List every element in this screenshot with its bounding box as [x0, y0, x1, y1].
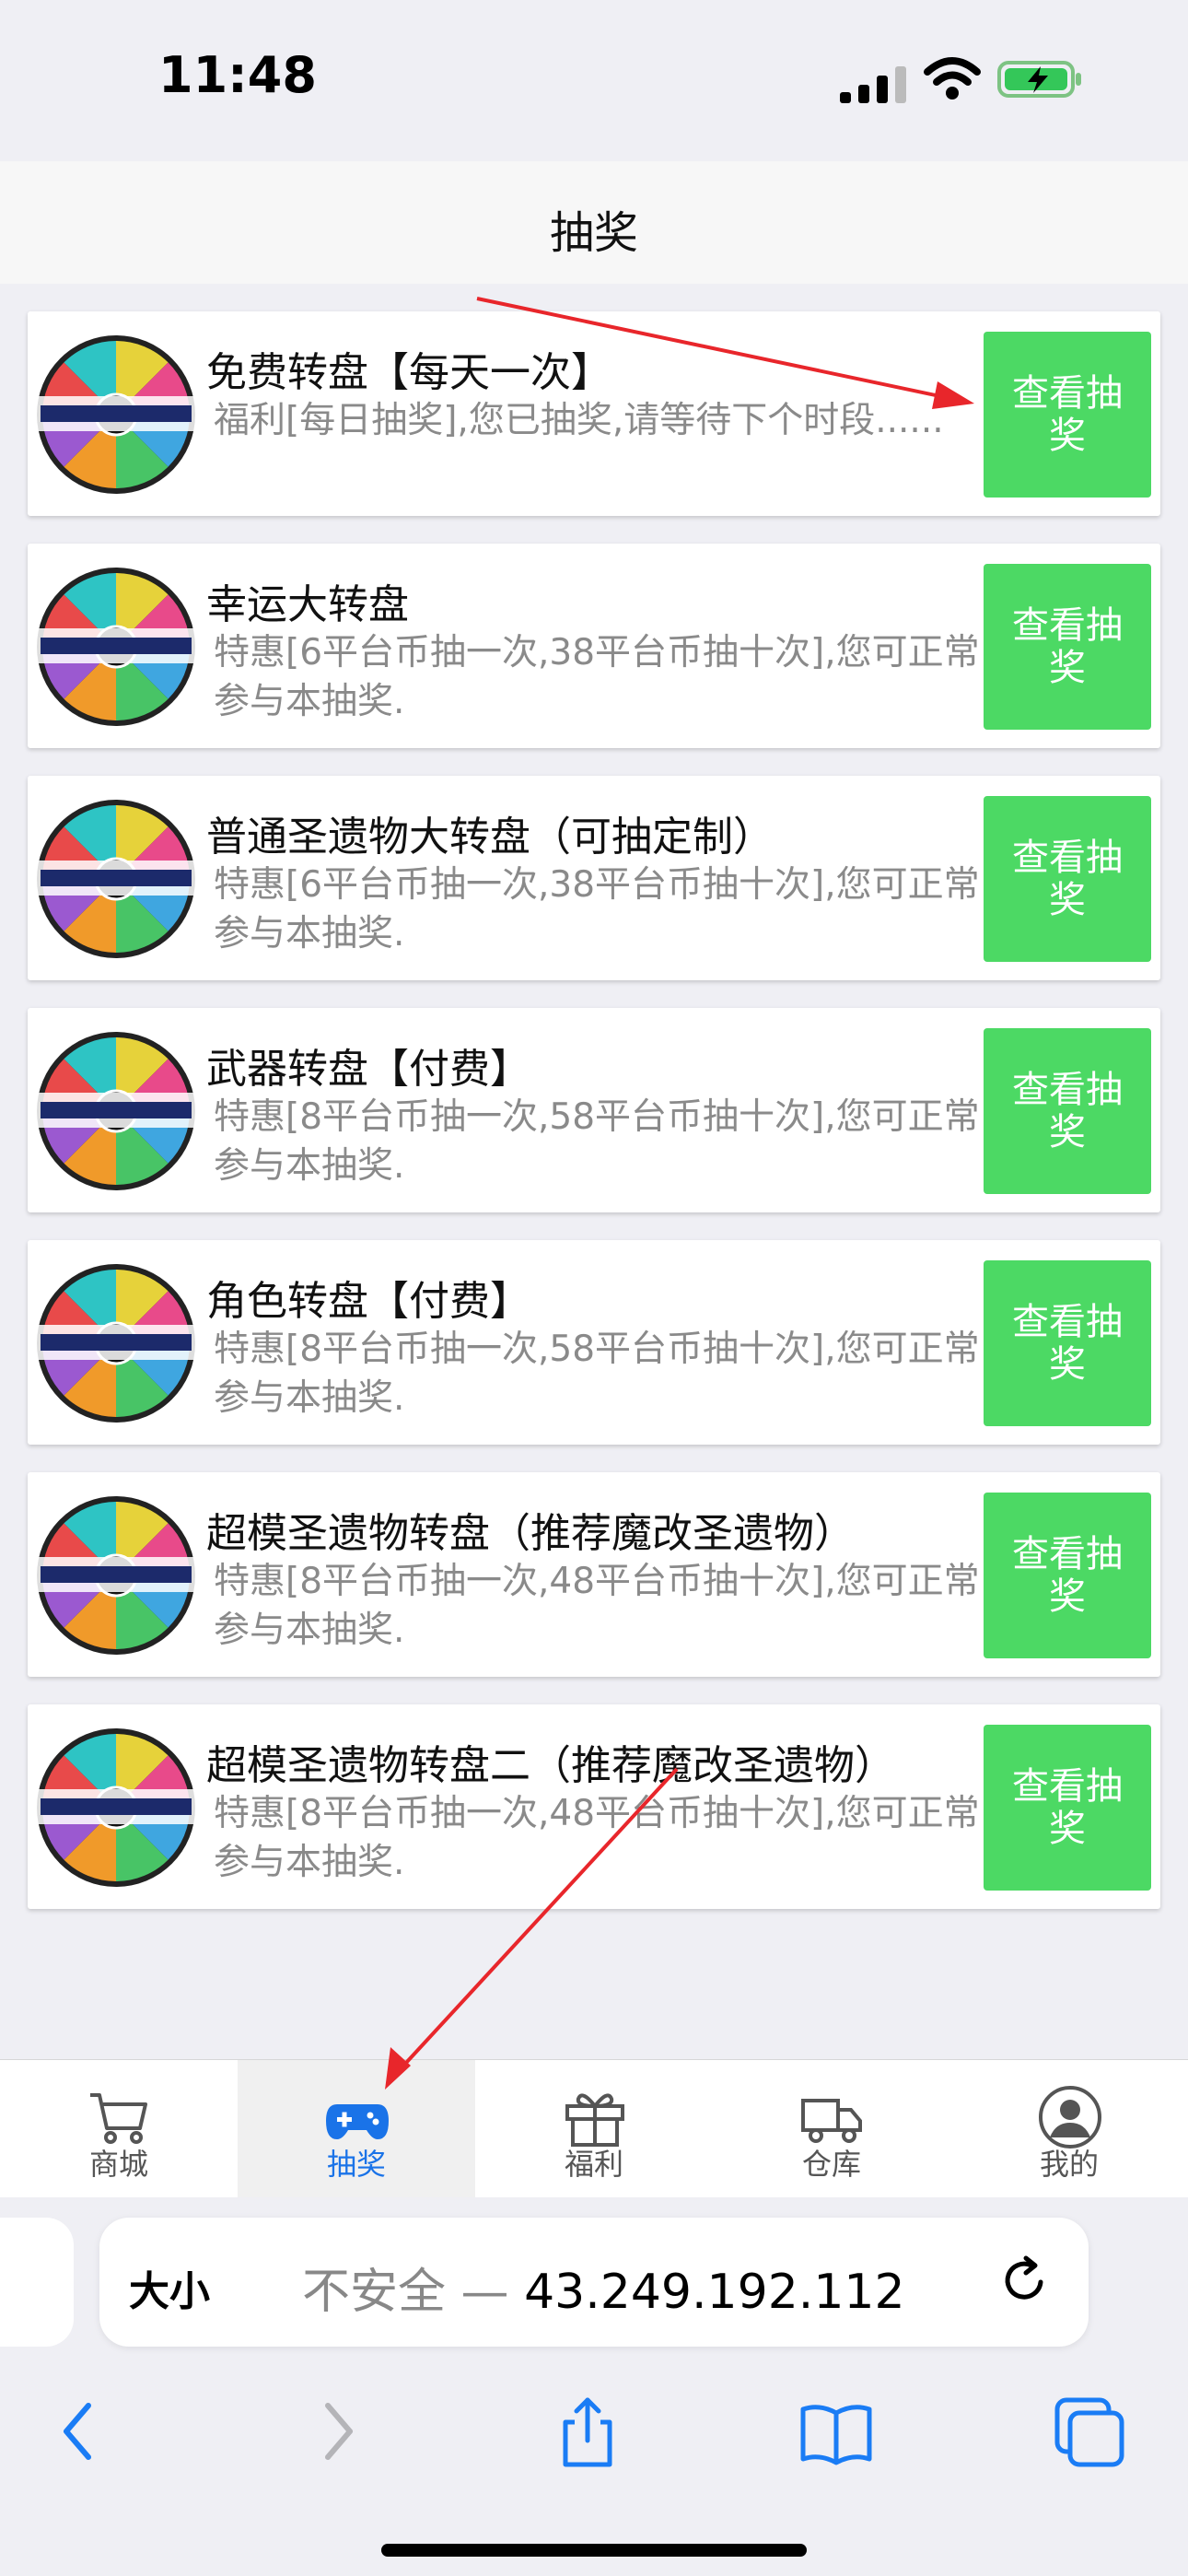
lucky-wheel-thumbnail	[33, 1496, 199, 1655]
lottery-item-desc: 特惠[8平台币抽一次,48平台币抽十次],您可正常参与本抽奖.	[214, 1793, 980, 1883]
lucky-wheel-thumbnail	[33, 1728, 199, 1887]
view-lottery-button[interactable]: 查看抽奖	[984, 1028, 1151, 1194]
lottery-item-title: 超模圣遗物转盘（推荐魔改圣遗物）	[206, 1510, 855, 1557]
wheel-logo-stripe	[41, 1102, 192, 1118]
lottery-item[interactable]: 幸运大转盘 特惠[6平台币抽一次,38平台币抽十次],您可正常参与本抽奖. 查看…	[28, 544, 1160, 748]
lottery-item-title: 普通圣遗物大转盘（可抽定制）	[206, 814, 774, 861]
page-title: 抽奖	[549, 207, 638, 259]
tab-shop[interactable]: 商城	[0, 2060, 238, 2198]
view-lottery-button[interactable]: 查看抽奖	[984, 332, 1151, 498]
wheel-logo-stripe	[41, 405, 192, 422]
url-address: 43.249.192.112	[524, 2265, 905, 2320]
lottery-item-desc: 特惠[6平台币抽一次,38平台币抽十次],您可正常参与本抽奖.	[214, 864, 980, 954]
view-lottery-button[interactable]: 查看抽奖	[984, 1725, 1151, 1891]
view-lottery-button[interactable]: 查看抽奖	[984, 564, 1151, 730]
wheel-logo-stripe	[41, 1566, 192, 1583]
lottery-item-title: 角色转盘【付费】	[206, 1278, 530, 1325]
lottery-item[interactable]: 武器转盘【付费】 特惠[8平台币抽一次,58平台币抽十次],您可正常参与本抽奖.…	[28, 1008, 1160, 1212]
lottery-item-desc: 特惠[8平台币抽一次,58平台币抽十次],您可正常参与本抽奖.	[214, 1096, 980, 1187]
battery-charging-icon	[997, 61, 1081, 98]
lottery-item[interactable]: 免费转盘【每天一次】 福利[每日抽奖],您已抽奖,请等待下个时段...... 查…	[28, 311, 1160, 516]
tab-lottery[interactable]: 抽奖	[238, 2060, 475, 2198]
wheel-logo-stripe	[41, 1798, 192, 1815]
lucky-wheel-thumbnail	[33, 1264, 199, 1423]
lottery-item-title: 幸运大转盘	[206, 581, 409, 628]
tab-me[interactable]: 我的	[950, 2060, 1188, 2198]
lottery-item[interactable]: 超模圣遗物转盘二（推荐魔改圣遗物） 特惠[8平台币抽一次,48平台币抽十次],您…	[28, 1704, 1160, 1909]
wheel-logo-stripe	[41, 1334, 192, 1351]
lottery-item[interactable]: 角色转盘【付费】 特惠[8平台币抽一次,58平台币抽十次],您可正常参与本抽奖.…	[28, 1240, 1160, 1445]
browser-address-area: 大小 不安全 — 43.249.192.112	[0, 2197, 1188, 2354]
lottery-item[interactable]: 普通圣遗物大转盘（可抽定制） 特惠[6平台币抽一次,38平台币抽十次],您可正常…	[28, 776, 1160, 980]
wheel-logo-stripe	[41, 870, 192, 886]
lottery-item-desc: 福利[每日抽奖],您已抽奖,请等待下个时段......	[214, 400, 944, 441]
tab-label: 福利	[564, 2147, 623, 2182]
lucky-wheel-thumbnail	[33, 1032, 199, 1190]
tab-label: 我的	[1039, 2147, 1099, 2182]
lottery-item-desc: 特惠[6平台币抽一次,38平台币抽十次],您可正常参与本抽奖.	[214, 632, 980, 722]
tab-welfare[interactable]: 福利	[475, 2060, 713, 2198]
status-bar: 11:48	[0, 0, 1188, 161]
insecure-label: 不安全 —	[302, 2265, 509, 2320]
lucky-wheel-thumbnail	[33, 335, 199, 494]
lucky-wheel-thumbnail	[33, 568, 199, 726]
view-lottery-button[interactable]: 查看抽奖	[984, 796, 1151, 962]
forward-icon[interactable]	[298, 2393, 376, 2470]
home-indicator	[381, 2544, 807, 2557]
bookmarks-icon[interactable]	[798, 2393, 875, 2470]
url-text[interactable]: 不安全 — 43.249.192.112	[302, 2253, 905, 2322]
lucky-wheel-thumbnail	[33, 800, 199, 958]
tabs-icon[interactable]	[1050, 2393, 1127, 2470]
lottery-item-desc: 特惠[8平台币抽一次,48平台币抽十次],您可正常参与本抽奖.	[214, 1561, 980, 1651]
back-icon[interactable]	[41, 2393, 118, 2470]
share-icon[interactable]	[549, 2393, 626, 2470]
browser-toolbar	[0, 2354, 1188, 2576]
lottery-item-title: 超模圣遗物转盘二（推荐魔改圣遗物）	[206, 1742, 895, 1789]
reload-icon[interactable]	[995, 2251, 1054, 2310]
navigation-bar: 抽奖	[0, 161, 1188, 284]
lottery-item-title: 免费转盘【每天一次】	[206, 349, 611, 396]
tab-label: 仓库	[801, 2147, 861, 2182]
view-lottery-button[interactable]: 查看抽奖	[984, 1260, 1151, 1426]
tab-warehouse[interactable]: 仓库	[713, 2060, 950, 2198]
tab-label: 抽奖	[326, 2147, 386, 2182]
lottery-item-title: 武器转盘【付费】	[206, 1046, 530, 1093]
view-lottery-button[interactable]: 查看抽奖	[984, 1493, 1151, 1658]
wifi-icon	[924, 57, 981, 100]
tab-bar: 商城 抽奖 福利 仓库 我的	[0, 2059, 1188, 2198]
lottery-item[interactable]: 超模圣遗物转盘（推荐魔改圣遗物） 特惠[8平台币抽一次,48平台币抽十次],您可…	[28, 1472, 1160, 1677]
cellular-signal-icon	[840, 66, 906, 103]
lottery-item-desc: 特惠[8平台币抽一次,58平台币抽十次],您可正常参与本抽奖.	[214, 1329, 980, 1419]
address-bar[interactable]: 大小 不安全 — 43.249.192.112	[99, 2218, 1089, 2347]
status-time: 11:48	[158, 46, 317, 104]
text-size-button[interactable]: 大小	[129, 2258, 210, 2317]
tab-label: 商城	[88, 2147, 148, 2182]
previous-tab-pill[interactable]	[0, 2218, 74, 2347]
wheel-logo-stripe	[41, 638, 192, 654]
